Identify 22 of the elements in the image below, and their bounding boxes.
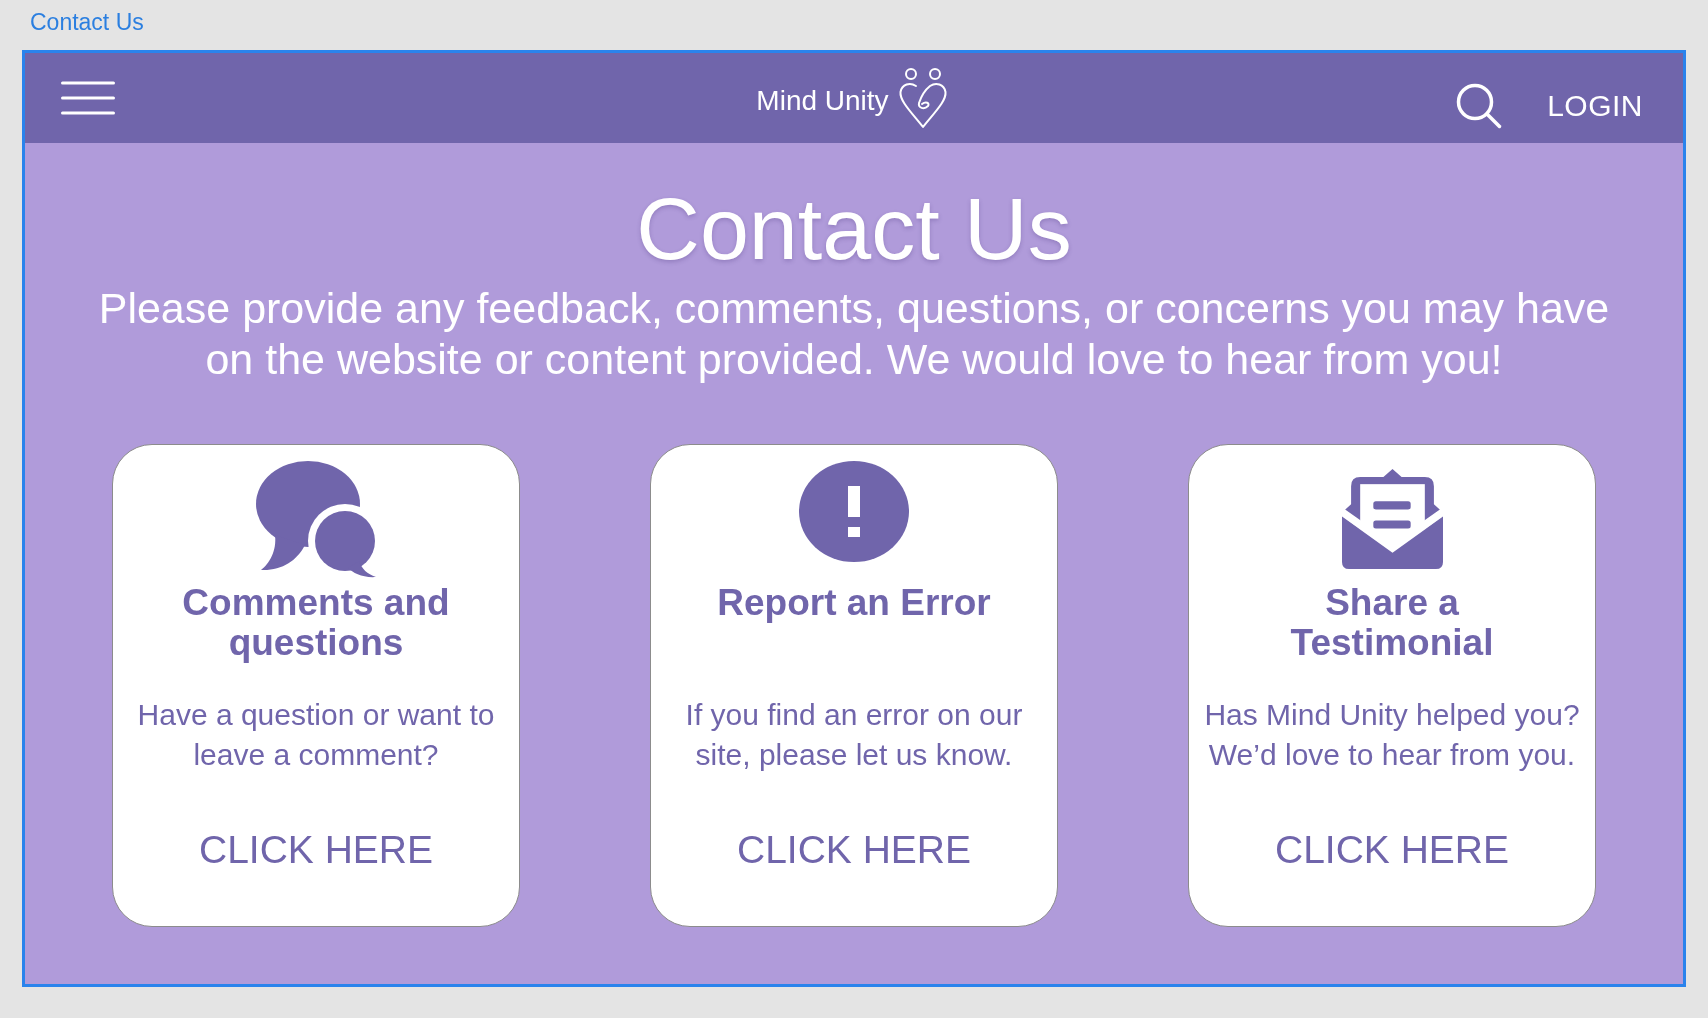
- login-link[interactable]: LOGIN: [1547, 88, 1643, 124]
- card-title: Comments and questions: [181, 583, 451, 663]
- page-label: Contact Us: [29, 8, 144, 36]
- page-title: Contact Us: [636, 181, 1072, 277]
- menu-icon: [61, 81, 115, 115]
- click-here-link[interactable]: CLICK HERE: [736, 826, 972, 874]
- search-button[interactable]: [1456, 83, 1503, 129]
- speech-bubbles-icon: [255, 461, 377, 578]
- envelope-letter-icon: [1341, 468, 1443, 569]
- card-text: If you find an error on our site, please let us know.: [684, 697, 1024, 773]
- click-here-link[interactable]: CLICK HERE: [1274, 826, 1510, 874]
- menu-button[interactable]: [61, 81, 115, 115]
- exclamation-circle-icon: [799, 461, 909, 562]
- click-here-link[interactable]: CLICK HERE: [198, 826, 434, 874]
- card-title: Report an Error: [717, 583, 991, 625]
- heart-logo-icon: [897, 66, 948, 130]
- search-icon: [1456, 83, 1503, 129]
- card-text: Has Mind Unity helped you? We’d love to hear from you.: [1203, 697, 1581, 773]
- logo-text: Mind Unity: [756, 85, 889, 117]
- intro-text: Please provide any feedback, comments, questions, or concerns you may have on the website or content provided. We would love to hear from you!: [97, 283, 1611, 385]
- card-title: Share a Testimonial: [1289, 583, 1495, 663]
- card-text: Have a question or want to leave a comment?: [136, 697, 496, 773]
